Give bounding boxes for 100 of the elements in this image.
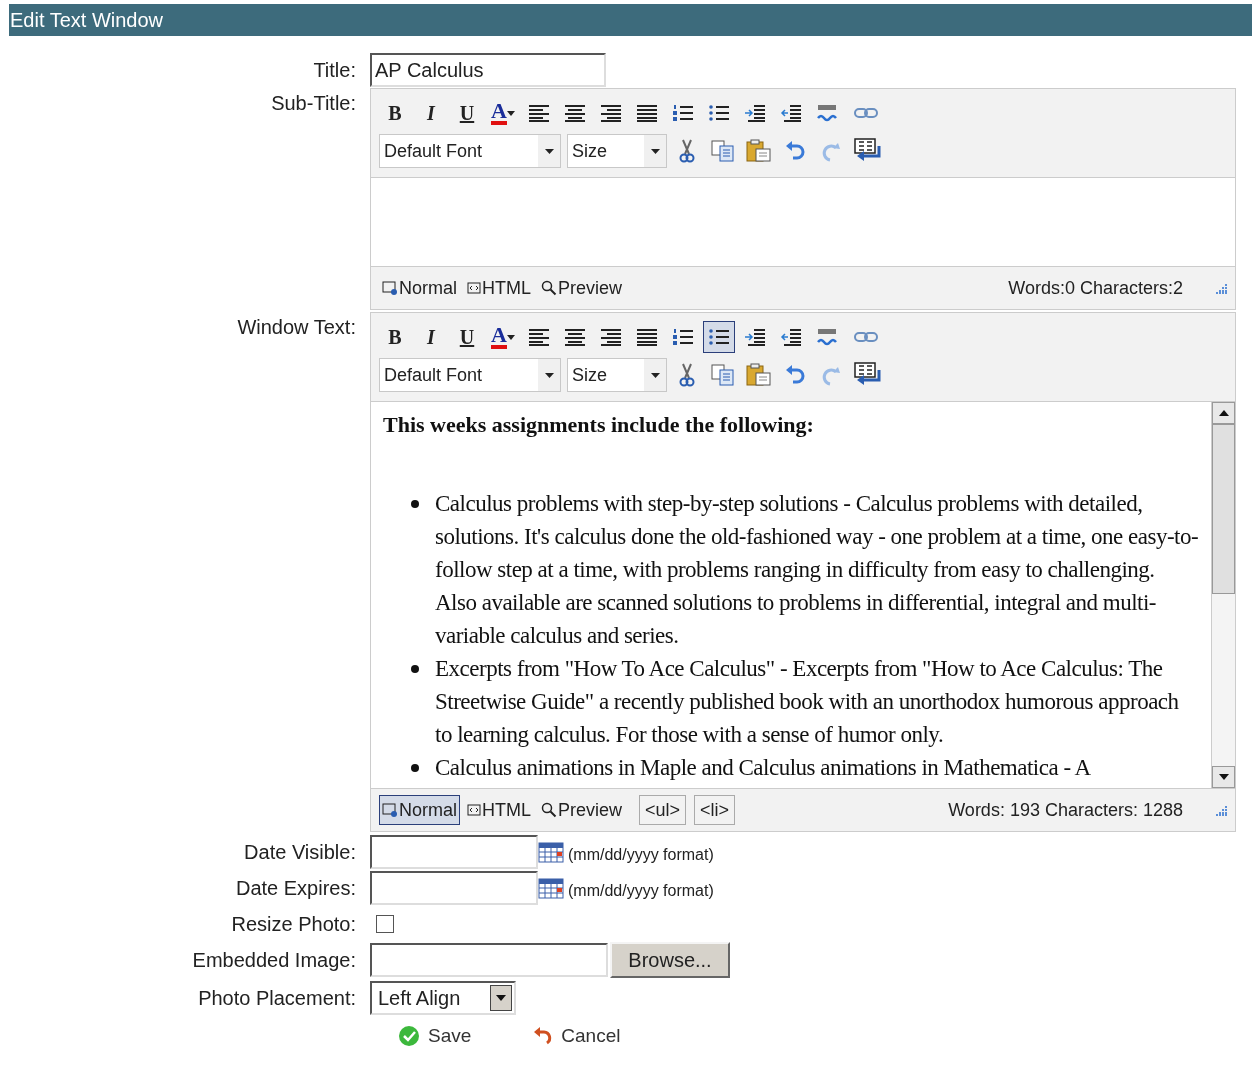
scissors-icon xyxy=(678,139,696,163)
bullet-list-icon xyxy=(708,103,730,123)
calendar-icon xyxy=(538,841,564,863)
browse-button[interactable]: Browse... xyxy=(610,942,730,978)
list-item-text: Calculus problems with step-by-step solutions - Calculus problems with detailed, solutions. It's calculus done the old-fashioned way - one problem at a time, one easy-to-follow step at a time, with problems ranging in difficulty from easy to challenging. Also available are scanned solutions to problems in differential, integral and multi-variable calculus and series. xyxy=(435,491,1199,648)
caret-icon xyxy=(496,995,506,1001)
save-button[interactable]: Save xyxy=(398,1021,472,1051)
magnifier-icon xyxy=(541,802,557,818)
format-hint: (mm/dd/yyyy format) xyxy=(568,881,714,901)
bullet-icon xyxy=(411,764,419,772)
field-label: Embedded Image: xyxy=(191,948,357,973)
clipboard-icon xyxy=(746,363,772,387)
font-color-button[interactable]: A xyxy=(487,97,519,129)
preview-mode-tab[interactable]: Preview xyxy=(538,795,626,825)
undo-icon xyxy=(784,364,806,386)
caret-icon xyxy=(650,372,660,378)
size-select[interactable]: Size xyxy=(567,134,667,168)
font-color-button[interactable]: A xyxy=(487,321,519,353)
field-label: Title: xyxy=(312,58,357,83)
placement-select[interactable]: Left Align xyxy=(370,981,516,1015)
font-select[interactable]: Default Font xyxy=(379,358,561,392)
unordered-list-button[interactable] xyxy=(703,321,735,353)
resize-grip-icon xyxy=(1215,282,1227,294)
check-circle-icon xyxy=(398,1025,420,1047)
undo-arrow-icon xyxy=(533,1026,554,1046)
format-hint: (mm/dd/yyyy format) xyxy=(568,845,714,865)
up-arrow-icon xyxy=(1218,410,1229,416)
editor-body[interactable] xyxy=(371,401,1235,789)
link-icon xyxy=(853,330,879,344)
field-label: Resize Photo: xyxy=(230,912,357,937)
bullet-icon xyxy=(411,665,419,673)
italic-button[interactable]: I xyxy=(415,97,447,129)
select-value: Default Font xyxy=(383,363,483,387)
title-input[interactable]: AP Calculus xyxy=(370,53,606,87)
caret-icon xyxy=(544,148,554,154)
undo-icon xyxy=(784,140,806,162)
indent-icon xyxy=(744,103,766,123)
word-count: Words: 193 Characters: 1288 xyxy=(948,798,1183,822)
field-label: Photo Placement: xyxy=(197,986,357,1011)
date-input[interactable] xyxy=(370,835,538,869)
resize-photo-checkbox[interactable] xyxy=(376,915,394,933)
editor-heading: This weeks assignments include the following: xyxy=(383,411,815,439)
file-path-input[interactable] xyxy=(370,943,608,977)
font-select[interactable]: Default Font xyxy=(379,134,561,168)
underline-button[interactable]: U xyxy=(451,97,483,129)
align-right-icon xyxy=(600,328,622,346)
calendar-icon xyxy=(538,877,564,899)
date-input[interactable] xyxy=(370,871,538,905)
caret-icon xyxy=(506,334,515,340)
preview-mode-tab[interactable]: Preview xyxy=(538,273,626,303)
indent-icon xyxy=(744,327,766,347)
select-value: Left Align xyxy=(377,986,461,1011)
align-left-icon xyxy=(528,104,550,122)
tag-button[interactable]: <li> xyxy=(694,795,736,825)
normal-mode-tab[interactable]: Normal xyxy=(379,273,460,303)
align-left-icon xyxy=(528,328,550,346)
align-center-icon xyxy=(564,328,586,346)
tag-button[interactable]: <ul> xyxy=(639,795,687,825)
size-select[interactable]: Size xyxy=(567,358,667,392)
caret-icon xyxy=(506,110,515,116)
normal-view-icon xyxy=(382,281,398,295)
html-mode-tab[interactable]: HTML xyxy=(464,273,534,303)
outdent-icon xyxy=(780,103,802,123)
caret-icon xyxy=(544,372,554,378)
line-break-icon xyxy=(853,362,883,388)
bold-button[interactable]: B xyxy=(379,97,411,129)
bold-button[interactable]: B xyxy=(379,321,411,353)
word-count: Words:0 Characters:2 xyxy=(1008,276,1183,300)
html-view-icon xyxy=(467,804,481,816)
magnifier-icon xyxy=(541,280,557,296)
underline-button[interactable]: U xyxy=(451,321,483,353)
caret-icon xyxy=(650,148,660,154)
normal-mode-tab[interactable]: Normal xyxy=(379,795,460,825)
window-title: Edit Text Window xyxy=(10,8,164,33)
down-arrow-icon xyxy=(1218,774,1229,780)
field-label: Date Expires: xyxy=(234,876,357,901)
scrollbar[interactable] xyxy=(1211,402,1235,788)
field-label: Window Text: xyxy=(236,315,357,340)
html-mode-tab[interactable]: HTML xyxy=(464,795,534,825)
copy-icon xyxy=(711,140,735,162)
cancel-button[interactable]: Cancel xyxy=(533,1021,621,1051)
numbered-list-icon xyxy=(672,327,694,347)
bullet-list-icon xyxy=(708,327,730,347)
scrollbar-thumb[interactable] xyxy=(1212,424,1235,594)
select-value: Size xyxy=(571,363,607,387)
italic-button[interactable]: I xyxy=(415,321,447,353)
numbered-list-icon xyxy=(672,103,694,123)
list-item-text: Excerpts from "How To Ace Calculus" - Excerpts from "How to Ace Calculus: The Streetwise Guide" a recently published book with an unorthodox humorous approach to learning calculus. For those with a sense of humor only. xyxy=(435,656,1179,747)
align-right-icon xyxy=(600,104,622,122)
select-value: Size xyxy=(571,139,607,163)
justify-icon xyxy=(636,104,658,122)
normal-view-icon xyxy=(382,803,398,817)
bullet-icon xyxy=(411,500,419,508)
align-center-icon xyxy=(564,104,586,122)
outdent-icon xyxy=(780,327,802,347)
list-item-text: Calculus animations in Maple and Calculus animations in Mathematica - A xyxy=(435,755,1091,780)
field-label: Date Visible: xyxy=(243,840,357,865)
scissors-icon xyxy=(678,363,696,387)
html-view-icon xyxy=(467,282,481,294)
select-value: Default Font xyxy=(383,139,483,163)
